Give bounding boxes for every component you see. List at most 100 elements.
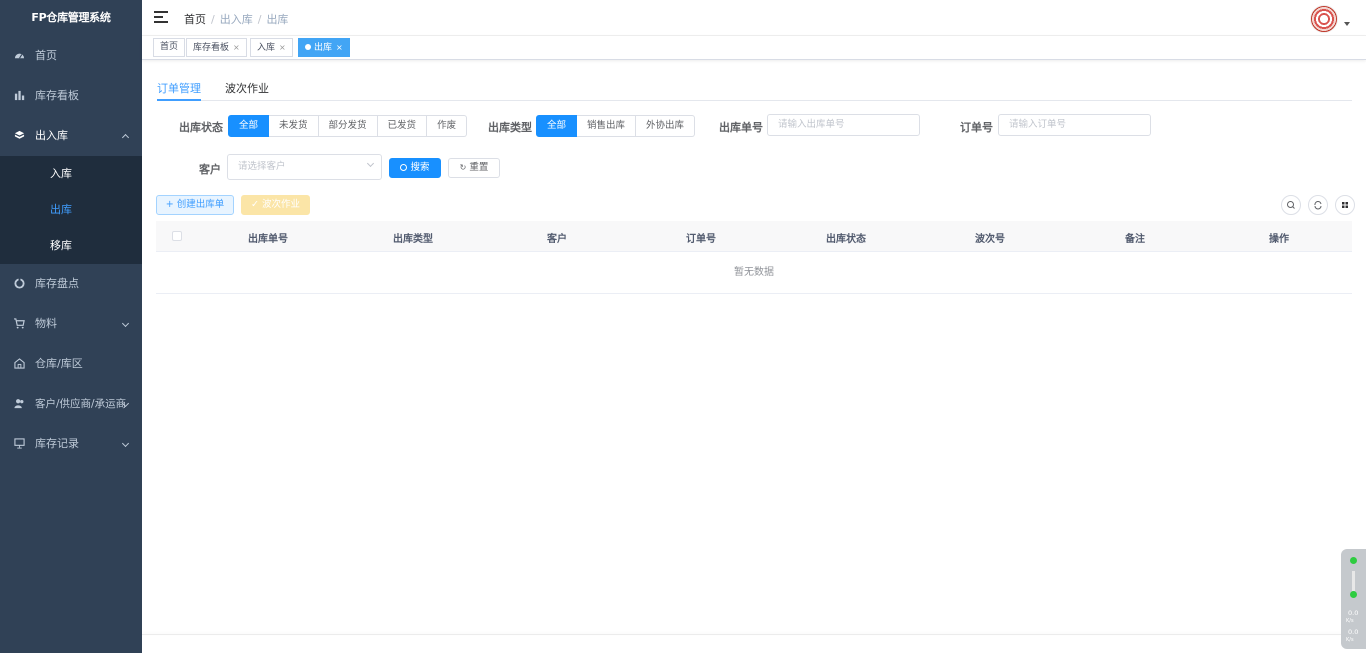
order-no-input[interactable]: 请输入订单号 — [998, 114, 1151, 136]
outbound-no-input[interactable]: 请输入出库单号 — [767, 114, 920, 136]
breadcrumb-inout[interactable]: 出入库 — [220, 13, 253, 26]
top-navbar: 首页 / 出入库 / 出库 — [142, 0, 1366, 36]
status-radio-group: 全部 未发货 部分发货 已发货 作废 — [228, 115, 468, 137]
sidebar-item-label: 物料 — [35, 317, 57, 330]
outbound-no-label: 出库单号 — [719, 121, 763, 134]
close-icon[interactable]: × — [336, 43, 343, 52]
status-option-void[interactable]: 作废 — [427, 115, 468, 137]
select-all-checkbox[interactable] — [172, 231, 182, 241]
chevron-down-icon — [121, 439, 130, 448]
column-header: 订单号 — [686, 234, 716, 245]
type-option-outsourced[interactable]: 外协出库 — [636, 115, 696, 137]
caret-down-icon[interactable] — [1344, 22, 1350, 26]
sidebar-item-outbound[interactable]: 出库 — [0, 192, 142, 228]
chevron-down-icon — [121, 319, 130, 328]
tag-home[interactable]: 首页 — [153, 38, 186, 57]
sidebar-item-warehouse[interactable]: 仓库/库区 — [0, 344, 142, 384]
chevron-up-icon — [121, 133, 130, 142]
cart-icon — [14, 318, 25, 329]
users-icon — [14, 399, 24, 409]
grid-icon — [1342, 202, 1348, 208]
upload-unit: K/s — [1346, 618, 1354, 624]
sidebar-item-label: 客户/供应商/承运商 — [35, 398, 127, 410]
main-content: 订单管理 波次作业 出库状态 全部 未发货 部分发货 已发货 作废 出库类型 全… — [142, 60, 1366, 653]
type-option-sales[interactable]: 销售出库 — [577, 115, 637, 137]
status-option-shipped[interactable]: 已发货 — [377, 115, 428, 137]
sidebar-item-label: 仓库/库区 — [35, 357, 83, 370]
search-button[interactable]: 搜索 — [389, 158, 441, 178]
sidebar-item-label: 库存盘点 — [35, 277, 79, 290]
customer-label: 客户 — [199, 163, 221, 176]
download-speed: 0.0 — [1348, 628, 1359, 636]
tags-view: 首页 库存看板 × 入库 × 出库 × — [142, 36, 1366, 60]
sidebar-item-stocktake[interactable]: 库存盘点 — [0, 264, 142, 304]
dashboard-icon — [14, 53, 25, 59]
status-option-partial[interactable]: 部分发货 — [318, 115, 378, 137]
chevron-down-icon — [366, 159, 375, 168]
status-dot-icon — [1350, 557, 1357, 564]
sidebar-item-label: 出入库 — [35, 129, 68, 142]
close-icon[interactable]: × — [279, 43, 286, 52]
sidebar-item-partners[interactable]: 客户/供应商/承运商 — [0, 384, 142, 424]
toggle-search-button[interactable] — [1281, 195, 1301, 215]
breadcrumb-current: 出库 — [266, 13, 289, 26]
sidebar-item-label: 首页 — [35, 49, 57, 62]
cycle-icon — [14, 278, 25, 289]
box-icon — [14, 130, 25, 139]
download-unit: K/s — [1346, 637, 1354, 643]
network-speed-widget[interactable]: 0.0 K/s 0.0 K/s — [1341, 549, 1366, 649]
column-header: 出库单号 — [248, 234, 288, 245]
column-header: 波次号 — [975, 234, 1005, 245]
status-option-all[interactable]: 全部 — [228, 115, 270, 137]
column-header: 操作 — [1269, 234, 1289, 245]
create-outbound-button[interactable]: + 创建出库单 — [156, 195, 234, 215]
hamburger-icon[interactable] — [154, 11, 168, 23]
upload-speed: 0.0 — [1348, 609, 1359, 617]
plus-icon: + — [165, 199, 174, 210]
tag-outbound[interactable]: 出库 × — [298, 38, 350, 57]
active-dot-icon — [305, 44, 311, 50]
submenu-inout: 入库 出库 移库 — [0, 156, 142, 264]
tab-wave-operation[interactable]: 波次作业 — [225, 80, 269, 101]
type-label: 出库类型 — [488, 121, 532, 134]
wave-operation-button[interactable]: ✓ 波次作业 — [241, 195, 310, 215]
breadcrumb-home[interactable]: 首页 — [184, 13, 206, 26]
search-icon — [400, 164, 408, 171]
empty-text: 暂无数据 — [156, 252, 1352, 294]
customer-select[interactable]: 请选择客户 — [227, 154, 382, 180]
sidebar-item-label: 库存记录 — [35, 437, 79, 450]
sidebar-item-inbound[interactable]: 入库 — [0, 156, 142, 192]
sidebar-item-inventory-records[interactable]: 库存记录 — [0, 424, 142, 464]
footer-divider — [142, 634, 1366, 635]
outbound-table: 出库单号 出库类型 客户 订单号 出库状态 波次号 备注 操作 暂无数据 — [156, 221, 1352, 294]
refresh-icon: ↻ — [459, 163, 467, 172]
columns-button[interactable] — [1335, 195, 1355, 215]
type-radio-group: 全部 销售出库 外协出库 — [536, 115, 696, 137]
sidebar-item-inventory-board[interactable]: 库存看板 — [0, 76, 142, 116]
column-header: 备注 — [1125, 234, 1145, 245]
tab-order-management[interactable]: 订单管理 — [157, 80, 201, 101]
reset-button[interactable]: ↻ 重置 — [448, 158, 500, 178]
tag-inventory-board[interactable]: 库存看板 × — [186, 38, 247, 57]
level-bar — [1352, 571, 1355, 591]
type-option-all[interactable]: 全部 — [536, 115, 578, 137]
sidebar-item-label: 库存看板 — [35, 89, 79, 102]
sidebar-item-inout[interactable]: 出入库 — [0, 116, 142, 156]
app-title: FP仓库管理系统 — [31, 11, 111, 24]
status-dot-icon — [1350, 591, 1357, 598]
avatar[interactable] — [1310, 5, 1338, 33]
status-label: 出库状态 — [179, 121, 223, 134]
tag-inbound[interactable]: 入库 × — [250, 38, 293, 57]
sidebar-item-home[interactable]: 首页 — [0, 36, 142, 76]
column-header: 出库状态 — [826, 234, 866, 245]
close-icon[interactable]: × — [233, 43, 240, 52]
sidebar-item-material[interactable]: 物料 — [0, 304, 142, 344]
sidebar-item-transfer[interactable]: 移库 — [0, 228, 142, 264]
warehouse-icon — [14, 358, 25, 369]
status-option-unshipped[interactable]: 未发货 — [269, 115, 319, 137]
check-icon: ✓ — [251, 199, 259, 210]
breadcrumb: 首页 / 出入库 / 出库 — [184, 13, 289, 26]
column-header: 客户 — [547, 234, 567, 245]
sidebar: FP仓库管理系统 首页 库存看板 出入库 入库 出库 移库 库存盘点 物料 仓库… — [0, 0, 142, 653]
refresh-button[interactable] — [1308, 195, 1328, 215]
